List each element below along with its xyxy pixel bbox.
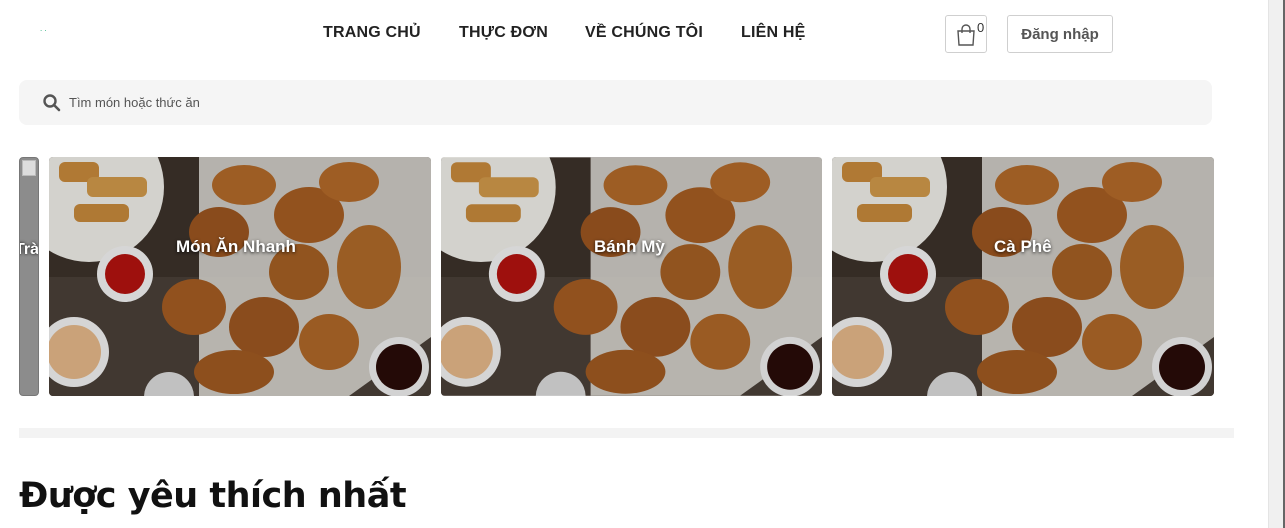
cart-button[interactable]: 0 xyxy=(945,15,987,53)
fried-chicken-photo xyxy=(49,157,431,396)
search-icon xyxy=(43,94,61,112)
fried-chicken-photo xyxy=(441,157,822,396)
shopping-bag-icon xyxy=(957,24,975,46)
nav-item-home[interactable]: TRANG CHỦ xyxy=(323,24,421,42)
nav-item-about[interactable]: VỀ CHÚNG TÔI xyxy=(585,24,703,42)
nav-item-contact[interactable]: LIÊN HỆ xyxy=(741,24,806,42)
category-card[interactable]: Món Ăn Nhanh xyxy=(49,157,431,396)
category-card-title: Bánh Mỳ xyxy=(594,237,665,256)
broken-image-icon xyxy=(22,160,36,176)
favorites-section-title: Được yêu thích nhất xyxy=(19,476,407,516)
category-card-title: Món Ăn Nhanh xyxy=(176,237,296,256)
fried-chicken-photo xyxy=(832,157,1214,396)
category-card-title: Trà Sữa xyxy=(20,241,39,258)
category-card[interactable]: Trà Sữa xyxy=(19,157,39,396)
category-card[interactable]: Cà Phê xyxy=(832,157,1214,396)
search-input[interactable] xyxy=(69,92,669,113)
category-card[interactable]: Bánh Mỳ xyxy=(441,157,822,396)
login-button[interactable]: Đăng nhập xyxy=(1007,15,1113,53)
category-carousel: Trà Sữa xyxy=(0,157,1285,397)
cart-count-badge: 0 xyxy=(977,20,985,35)
category-card-title: Cà Phê xyxy=(994,237,1052,256)
section-divider xyxy=(19,428,1234,438)
search-bar xyxy=(19,80,1212,125)
nav-item-menu[interactable]: THỰC ĐƠN xyxy=(459,24,548,42)
